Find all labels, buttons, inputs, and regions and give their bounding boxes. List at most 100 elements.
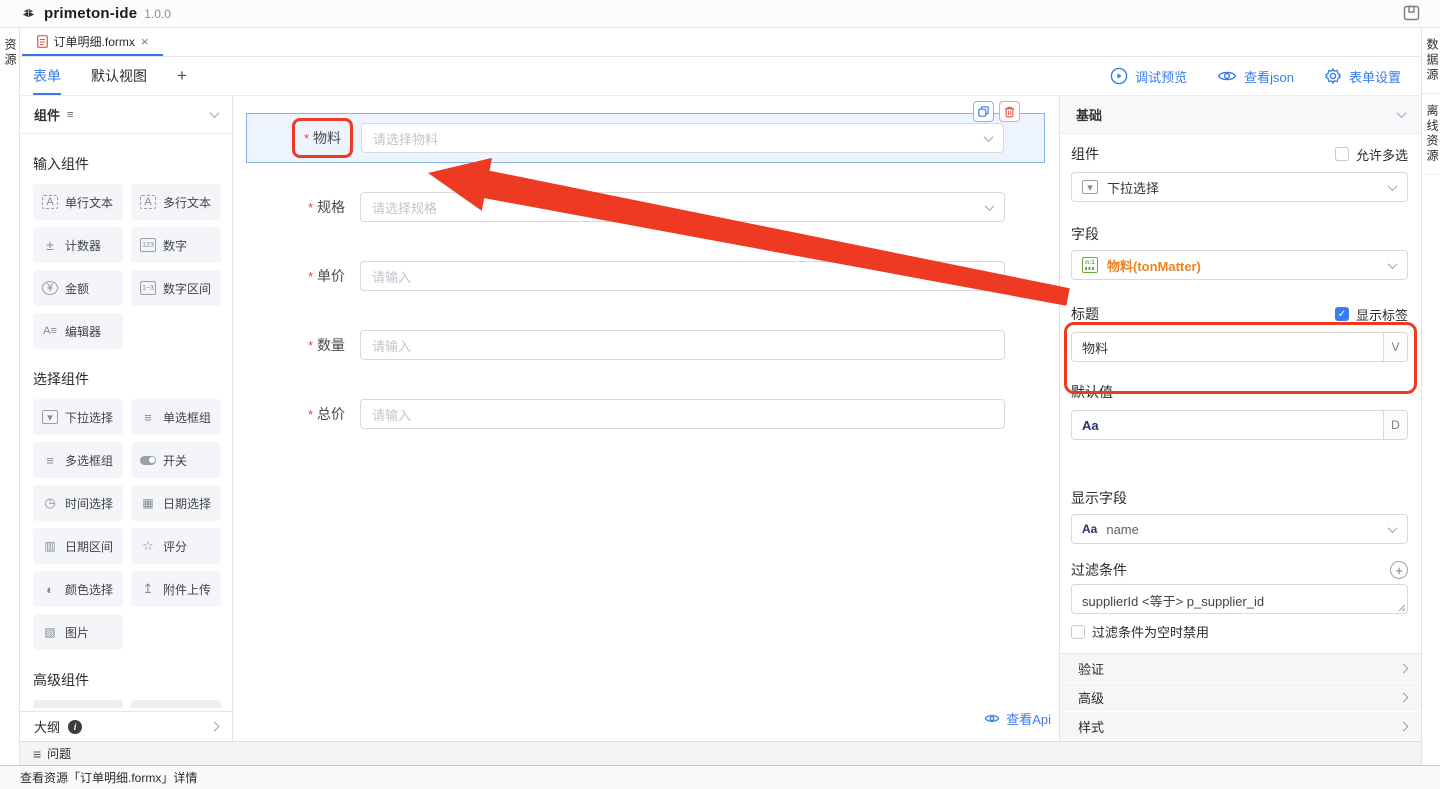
status-bar: 查看资源「订单明细.formx」详情 [0, 765, 1440, 789]
field-label: 字段 [1071, 224, 1408, 244]
play-icon [1110, 67, 1128, 85]
checkbox-unchecked[interactable] [1071, 625, 1085, 639]
checkbox-checked[interactable]: ✓ [1335, 307, 1349, 321]
field-label-unit-price: 单价 [317, 266, 345, 286]
form-settings-button[interactable]: 表单设置 [1324, 67, 1401, 86]
components-panel-header[interactable]: 组件 ≡ [20, 96, 232, 134]
app-logo-icon [20, 5, 37, 22]
debug-preview-button[interactable]: 调试预览 [1110, 67, 1187, 86]
allow-multi-checkbox[interactable]: 允许多选 [1335, 145, 1408, 164]
section-style[interactable]: 样式 [1060, 712, 1421, 741]
components-panel-title: 组件 [34, 105, 60, 124]
editor-tab-bar: 订单明细.formx × [20, 28, 1421, 57]
delete-field-button[interactable] [999, 101, 1020, 122]
title-variable-button[interactable]: V [1383, 333, 1407, 361]
component-time-picker[interactable]: ◷时间选择 [33, 485, 123, 521]
resources-vertical-tab[interactable]: 资源 [0, 28, 19, 78]
components-panel: 组件 ≡ 输入组件 A单行文本 A多行文本 ±计数器 123数字 ¥金额 1~3… [20, 96, 233, 741]
unit-price-input[interactable]: 请输入 [360, 261, 1005, 291]
quantity-input[interactable]: 请输入 [360, 330, 1005, 360]
number-icon: 123 [140, 238, 156, 252]
problems-bar[interactable]: ≡ 问题 [20, 741, 1421, 765]
view-json-button[interactable]: 查看json [1217, 67, 1294, 86]
section-validation[interactable]: 验证 [1060, 654, 1421, 683]
add-filter-button[interactable]: + [1390, 561, 1408, 579]
component-editor[interactable]: A≡编辑器 [33, 313, 123, 349]
view-toolbar: 表单 默认视图 + 调试预览 查看json 表单设置 [20, 57, 1421, 96]
display-field-select[interactable]: Aa name [1071, 514, 1408, 544]
tab-form[interactable]: 表单 [33, 57, 61, 95]
component-checkbox-group[interactable]: ≡多选框组 [33, 442, 123, 478]
chevron-down-icon[interactable] [1397, 108, 1407, 118]
component-multi-line-text[interactable]: A多行文本 [131, 184, 221, 220]
display-field-label: 显示字段 [1071, 488, 1408, 508]
component-image[interactable]: ▧图片 [33, 614, 123, 650]
form-canvas[interactable]: * 物料 请选择物料 *规格 请选择规格 *单价 请输入 [233, 96, 1059, 741]
add-view-button[interactable]: + [177, 57, 187, 95]
default-value-mode-button[interactable]: D [1383, 411, 1407, 439]
component-type-select[interactable]: ▾ 下拉选择 [1071, 172, 1408, 202]
components-list: 输入组件 A单行文本 A多行文本 ±计数器 123数字 ¥金额 1~3数字区间 … [20, 134, 232, 711]
chevron-right-icon[interactable] [210, 722, 220, 732]
chevron-down-icon [984, 132, 994, 142]
field-select[interactable]: n:1 物料(tonMatter) [1071, 250, 1408, 280]
field-row-material-selected[interactable]: * 物料 请选择物料 [246, 113, 1045, 163]
view-api-link[interactable]: 查看Api [984, 709, 1051, 728]
star-icon: ☆ [140, 539, 156, 553]
tab-order-detail-formx[interactable]: 订单明细.formx × [22, 28, 163, 56]
section-advanced[interactable]: 高级 [1060, 683, 1421, 712]
default-value-input[interactable] [1099, 411, 1383, 439]
component-radio-group[interactable]: ≡单选框组 [131, 399, 221, 435]
component-file-upload[interactable]: ↥附件上传 [131, 571, 221, 607]
component-stub[interactable] [131, 700, 221, 708]
field-row-total-price[interactable]: *总价 请输入 [246, 399, 1005, 429]
filter-condition-area: supplierId <等于> p_supplier_id [1071, 584, 1408, 614]
spec-select[interactable]: 请选择规格 [360, 192, 1005, 222]
datasource-vertical-tab[interactable]: 数据源 [1422, 28, 1440, 94]
required-mark: * [304, 131, 309, 146]
component-number-range[interactable]: 1~3数字区间 [131, 270, 221, 306]
component-rating[interactable]: ☆评分 [131, 528, 221, 564]
field-row-quantity[interactable]: *数量 请输入 [246, 330, 1005, 360]
chevron-down-icon[interactable] [210, 108, 220, 118]
component-counter[interactable]: ±计数器 [33, 227, 123, 263]
field-row-spec[interactable]: *规格 请选择规格 [246, 192, 1005, 222]
outline-bar[interactable]: 大纲 i [20, 711, 232, 741]
tab-close-icon[interactable]: × [141, 34, 149, 49]
components-menu-icon[interactable]: ≡ [67, 109, 73, 121]
component-currency[interactable]: ¥金额 [33, 270, 123, 306]
default-value-label: 默认值 [1071, 382, 1408, 402]
component-date-range[interactable]: ▥日期区间 [33, 528, 123, 564]
image-icon: ▧ [42, 625, 58, 639]
component-single-line-text[interactable]: A单行文本 [33, 184, 123, 220]
main-area: 订单明细.formx × 表单 默认视图 + 调试预览 查看json 表单设置 [20, 28, 1421, 765]
component-date-picker[interactable]: ▦日期选择 [131, 485, 221, 521]
multi-line-text-icon: A [140, 195, 156, 209]
filter-condition-input[interactable]: supplierId <等于> p_supplier_id [1072, 585, 1407, 613]
tab-default-view[interactable]: 默认视图 [91, 57, 147, 95]
eye-icon [1217, 69, 1237, 83]
material-select[interactable]: 请选择物料 [361, 123, 1004, 153]
component-number[interactable]: 123数字 [131, 227, 221, 263]
single-line-text-icon: A [42, 195, 58, 209]
total-price-input[interactable]: 请输入 [360, 399, 1005, 429]
text-type-icon: Aa [1072, 411, 1099, 439]
filter-empty-disable-checkbox[interactable]: 过滤条件为空时禁用 [1071, 622, 1408, 641]
component-dropdown-select[interactable]: ▾下拉选择 [33, 399, 123, 435]
currency-icon: ¥ [42, 281, 58, 295]
title-input[interactable] [1072, 333, 1383, 361]
offline-resources-vertical-tab[interactable]: 离线资源 [1422, 94, 1440, 175]
component-color-picker[interactable]: ◐颜色选择 [33, 571, 123, 607]
dropdown-select-icon: ▾ [42, 410, 58, 424]
app-title: primeton-ide [44, 5, 137, 22]
component-switch[interactable]: 开关 [131, 442, 221, 478]
show-label-checkbox[interactable]: ✓显示标签 [1335, 305, 1408, 324]
relation-field-icon: n:1 [1082, 257, 1098, 273]
copy-field-button[interactable] [973, 101, 994, 122]
field-row-unit-price[interactable]: *单价 请输入 [246, 261, 1005, 291]
section-basic-header[interactable]: 基础 [1060, 96, 1421, 134]
layout-toggle-icon[interactable] [1403, 5, 1420, 22]
chevron-down-icon [1388, 259, 1398, 269]
checkbox-unchecked[interactable] [1335, 147, 1349, 161]
component-stub[interactable] [33, 700, 123, 708]
